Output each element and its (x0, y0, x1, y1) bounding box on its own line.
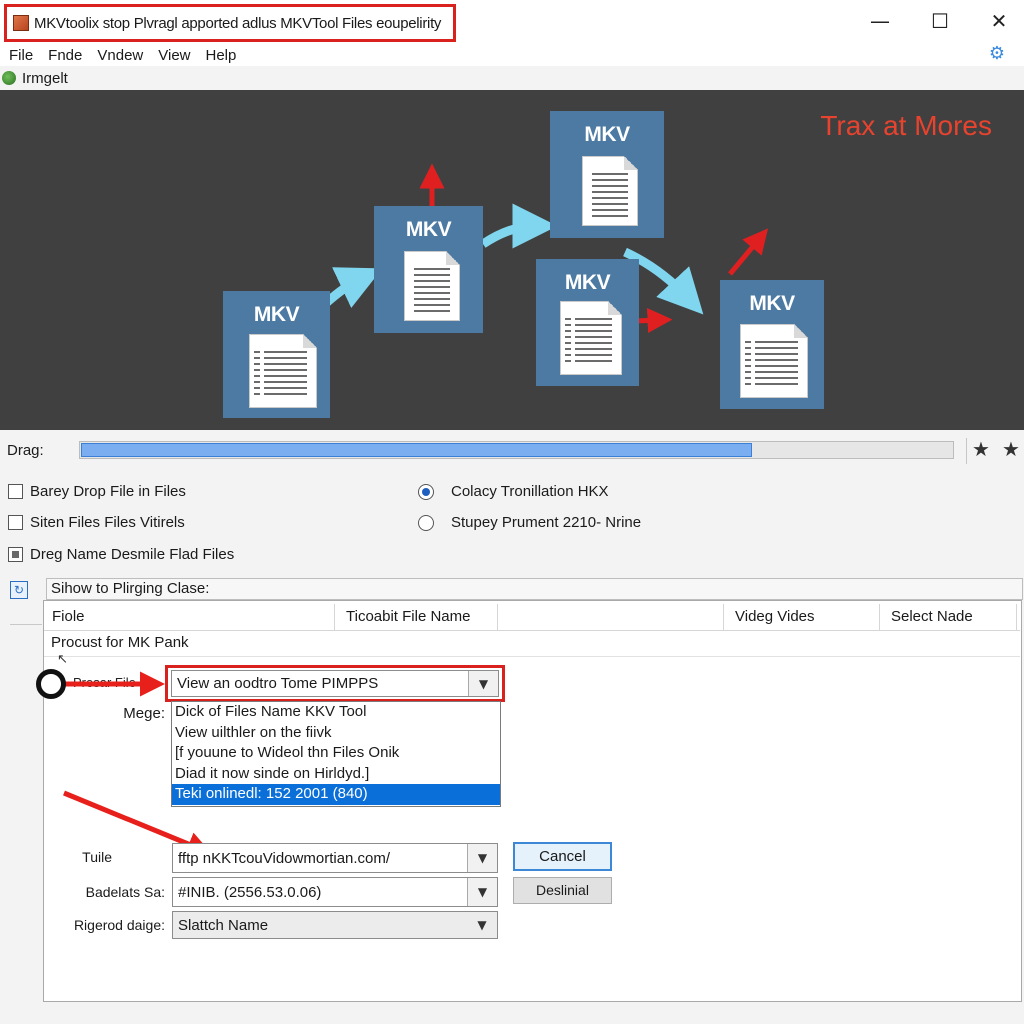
radio-button[interactable] (418, 514, 434, 531)
mkv-file-tile: MKV (720, 280, 824, 409)
cursor-icon: ↖ (57, 652, 68, 667)
dropdown-item[interactable]: Diad it now sinde on Hirldyd.] (172, 764, 500, 785)
star-icon[interactable]: ★ (970, 437, 992, 461)
divider (44, 630, 1020, 631)
close-button[interactable]: ✕ (979, 6, 1019, 36)
progress-bar (79, 441, 954, 459)
star-icon[interactable]: ★ (1000, 437, 1022, 461)
window-title-text: MKVtoolix stop Plvragl apported adlus MK… (34, 14, 442, 32)
arrow-cyan-1 (321, 267, 383, 308)
window-title: MKVtoolix stop Plvragl apported adlus MK… (4, 4, 456, 42)
field-label-rigerod: Rigerod daige: (73, 917, 165, 933)
column-header-select[interactable]: Select Nade (883, 604, 1017, 630)
checkbox[interactable] (8, 484, 23, 499)
sketch-name-value: Slattch Name (178, 916, 269, 934)
radio-label: Stupey Prument 2210- Nrine (451, 514, 642, 531)
toolbar: Irmgelt (0, 66, 1024, 90)
menu-view[interactable]: View (158, 47, 190, 64)
app-window: MKVtoolix stop Plvragl apported adlus MK… (0, 0, 1024, 1024)
menu-bar: File Fnde Vndew View Help (0, 44, 1024, 66)
column-header-video[interactable]: Videg Vides (727, 604, 880, 630)
merge-label: Mege: (123, 705, 165, 722)
menu-file[interactable]: File (9, 47, 33, 64)
document-icon (560, 301, 622, 375)
radio-label: Colacy Tronillation HKX (451, 483, 609, 500)
toolbar-label[interactable]: Irmgelt (22, 70, 68, 87)
checkbox-label: Dreg Name Desmile Flad Files (30, 546, 235, 563)
list-item[interactable]: Procust for MK Pank (51, 634, 189, 651)
mkv-label: MKV (564, 271, 611, 294)
menu-vndew[interactable]: Vndew (97, 47, 143, 64)
document-icon (740, 324, 808, 398)
secondary-button[interactable]: Deslinial (513, 877, 612, 904)
column-header-name[interactable]: Ticoabit File Name (338, 604, 498, 630)
url-field-value: fftp nKKTcouVidowmortian.com/ (178, 849, 391, 867)
divider (10, 624, 42, 625)
refresh-icon[interactable]: ↻ (10, 581, 28, 599)
preset-combo[interactable]: View an oodtro Tome PIMPPS ▼ (171, 670, 499, 697)
arrow-red-3 (728, 228, 769, 276)
dropdown-item-selected[interactable]: Teki onlinedl: 152 2001 (840) (172, 784, 500, 805)
divider (966, 438, 967, 464)
divider (44, 656, 1020, 657)
mkv-file-tile: MKV (550, 111, 664, 238)
url-field[interactable]: fftp nKKTcouVidowmortian.com/ ▼ (172, 843, 498, 873)
option-radio-2[interactable]: Stupey Prument 2210- Nrine (418, 514, 641, 531)
option-checkbox-1[interactable]: Barey Drop File in Files (8, 483, 186, 500)
document-icon (582, 156, 638, 226)
dropdown-item[interactable]: View uilthler on the fiivk (172, 723, 500, 744)
document-icon (249, 334, 317, 408)
field-label-tuile: Tuile (82, 849, 112, 865)
gear-icon[interactable]: ⚙ (986, 42, 1008, 64)
chevron-down-icon[interactable]: ▼ (467, 878, 497, 906)
image-icon (2, 71, 16, 85)
banner-caption: Trax at Mores (820, 110, 992, 141)
checkbox[interactable] (8, 547, 23, 562)
dropdown-item[interactable]: [f youune to Wideol thn Files Onik (172, 743, 500, 764)
chevron-down-icon[interactable]: ▼ (467, 912, 497, 938)
preset-label: Presar File (73, 675, 136, 690)
dropdown-list: Dick of Files Name KKV Tool View uilthle… (171, 701, 501, 807)
menu-fnde[interactable]: Fnde (48, 47, 82, 64)
cancel-button[interactable]: Cancel (513, 842, 612, 871)
panel-title: Sihow to Plirging Clase: (46, 578, 1023, 600)
mkv-label: MKV (405, 218, 452, 241)
option-checkbox-3[interactable]: Dreg Name Desmile Flad Files (8, 546, 234, 563)
sketch-name-select[interactable]: Slattch Name ▼ (172, 911, 498, 939)
drag-label: Drag: (7, 442, 44, 459)
mkv-label: MKV (749, 292, 795, 315)
maximize-button[interactable]: ☐ (920, 6, 960, 36)
field-label-badelats: Badelats Sa: (85, 884, 165, 900)
column-header-file[interactable]: Fiole (44, 604, 335, 630)
checkbox-label: Siten Files Files Vitirels (30, 514, 185, 531)
dropdown-item[interactable]: Dick of Files Name KKV Tool (172, 702, 500, 723)
radio-button[interactable] (418, 483, 434, 500)
chevron-down-icon[interactable]: ▼ (467, 844, 497, 872)
option-radio-1[interactable]: Colacy Tronillation HKX (418, 483, 609, 500)
checkbox-label: Barey Drop File in Files (30, 483, 186, 500)
checkbox[interactable] (8, 515, 23, 530)
document-icon (404, 251, 460, 321)
app-icon (13, 15, 29, 31)
mkv-file-tile: MKV (536, 259, 639, 386)
option-checkbox-2[interactable]: Siten Files Files Vitirels (8, 514, 185, 531)
progress-fill (81, 443, 752, 457)
minimize-button[interactable]: — (860, 6, 900, 36)
mkv-file-tile: MKV (223, 291, 330, 418)
mkv-label: MKV (253, 303, 300, 326)
mkv-file-tile: MKV (374, 206, 483, 333)
version-field[interactable]: #INIB. (2556.53.0.06) ▼ (172, 877, 498, 907)
column-header-blank[interactable] (498, 604, 724, 630)
highlight-circle (36, 669, 66, 699)
version-field-value: #INIB. (2556.53.0.06) (178, 883, 322, 901)
banner-illustration: MKV MKV MKV MKV MKV Trax at Mores (0, 90, 1024, 430)
arrow-cyan-2 (480, 203, 558, 249)
mkv-label: MKV (584, 123, 630, 146)
menu-help[interactable]: Help (206, 47, 237, 64)
preset-combo-value: View an oodtro Tome PIMPPS (177, 675, 379, 692)
chevron-down-icon[interactable]: ▼ (468, 671, 498, 696)
